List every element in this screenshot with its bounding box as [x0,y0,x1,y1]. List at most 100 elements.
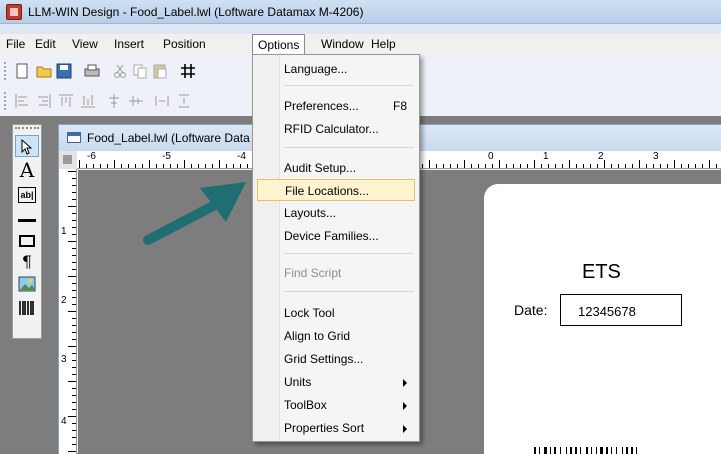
menu-item-device-families[interactable]: Device Families... [257,225,415,247]
menu-item-label: Audit Setup... [284,161,357,175]
toolbar-grip[interactable] [4,92,7,110]
space-horizontal-icon[interactable] [154,93,170,109]
barcode-tool-icon[interactable] [15,297,39,319]
barcode-bar [591,447,592,454]
toolbox-grip[interactable] [15,127,39,131]
ruler-tick [569,160,570,168]
ruler-tick [716,164,717,168]
cut-icon[interactable] [112,63,128,79]
date-label[interactable]: Date: [514,302,547,318]
toolbar-grip[interactable] [4,62,7,80]
center-horizontal-icon[interactable] [106,93,122,109]
ruler-tick [534,160,535,168]
ruler-tick [541,164,542,168]
pointer-icon[interactable] [15,135,39,157]
menu-view[interactable]: View [72,37,98,51]
label-heading[interactable]: ETS [582,261,621,284]
ruler-tick [72,423,76,424]
barcode-bar [631,447,633,454]
ruler-tick [93,164,94,168]
ruler-tick [520,164,521,168]
text-tool-icon[interactable]: A [15,159,39,181]
app-icon [6,4,22,20]
menu-item-toolbox[interactable]: ToolBox [257,394,415,416]
align-right-icon[interactable] [36,93,52,109]
menu-item-rfid-calculator[interactable]: RFID Calculator... [257,118,415,140]
ruler-tick [590,164,591,168]
menu-item-units[interactable]: Units [257,371,415,393]
ruler-tick [233,164,234,168]
ruler-tick [72,178,76,179]
ruler-tick [72,283,76,284]
menu-item-label: Find Script [284,266,342,280]
center-vertical-icon[interactable] [128,93,144,109]
menu-item-lock-tool[interactable]: Lock Tool [257,302,415,324]
line-tool-icon[interactable] [15,207,39,229]
paste-icon[interactable] [152,63,168,79]
grid-icon[interactable] [180,63,196,79]
ruler-tick [170,164,171,168]
ruler-tick [72,297,76,298]
menu-item-audit-setup[interactable]: Audit Setup... [257,157,415,179]
ruler-label: 1 [543,151,549,162]
copy-icon[interactable] [132,63,148,79]
menu-item-preferences[interactable]: Preferences... F8 [257,95,415,117]
ruler-tick [184,160,185,168]
menu-options[interactable]: Options [252,34,306,54]
align-top-icon[interactable] [58,93,74,109]
align-left-icon[interactable] [14,93,30,109]
menu-item-layouts[interactable]: Layouts... [257,202,415,224]
menu-help[interactable]: Help [371,37,396,51]
ruler-tick [68,206,76,207]
ruler-tick [121,164,122,168]
ruler-tick [457,164,458,168]
ruler-tick [583,164,584,168]
ruler-tick [632,164,633,168]
menu-item-label: Units [284,375,312,389]
ruler-tick [625,164,626,168]
submenu-arrow-icon [403,379,407,387]
ruler-label: 3 [653,151,659,162]
align-bottom-icon[interactable] [80,93,96,109]
menu-insert[interactable]: Insert [114,37,144,51]
ruler-tick [72,374,76,375]
ruler-tick [562,164,563,168]
menu-item-language[interactable]: Language... [257,58,415,80]
save-icon[interactable] [56,63,72,79]
ruler-tick [142,164,143,168]
new-icon[interactable] [14,63,30,79]
ruler-tick [72,388,76,389]
menu-separator [284,291,414,292]
menu-item-align-to-grid[interactable]: Align to Grid [257,325,415,347]
menu-position[interactable]: Position [163,37,206,51]
ruler-tick [618,164,619,168]
menu-item-find-script[interactable]: Find Script [257,262,415,284]
label-paper[interactable]: ETS Date: 12345678 [484,184,721,454]
menu-item-grid-settings[interactable]: Grid Settings... [257,348,415,370]
menu-window[interactable]: Window [321,37,364,51]
menu-item-label: Lock Tool [284,306,335,320]
image-tool-icon[interactable] [15,273,39,295]
ruler-tick [107,164,108,168]
barcode[interactable] [534,447,682,454]
menu-item-properties-sort[interactable]: Properties Sort [257,417,415,439]
menu-item-label: Device Families... [284,229,379,243]
open-folder-icon[interactable] [36,63,52,79]
date-field[interactable]: 12345678 [560,294,682,326]
ruler-tick [156,164,157,168]
ruler-tick [72,220,76,221]
print-icon[interactable] [84,63,100,79]
paragraph-tool-icon[interactable]: ¶ [15,251,39,273]
field-tool-icon[interactable]: ab| [15,183,39,205]
submenu-arrow-icon [403,425,407,433]
document-title: Food_Label.lwl (Loftware Data [87,131,250,145]
space-vertical-icon[interactable] [176,93,192,109]
ruler-tick [68,311,76,312]
menu-file[interactable]: File [6,37,25,51]
barcode-bar [622,447,623,454]
menu-item-file-locations[interactable]: File Locations... [257,179,415,201]
ruler-tick [527,164,528,168]
menu-edit[interactable]: Edit [35,37,56,51]
ruler-tick [72,192,76,193]
box-tool-icon[interactable] [15,231,39,253]
